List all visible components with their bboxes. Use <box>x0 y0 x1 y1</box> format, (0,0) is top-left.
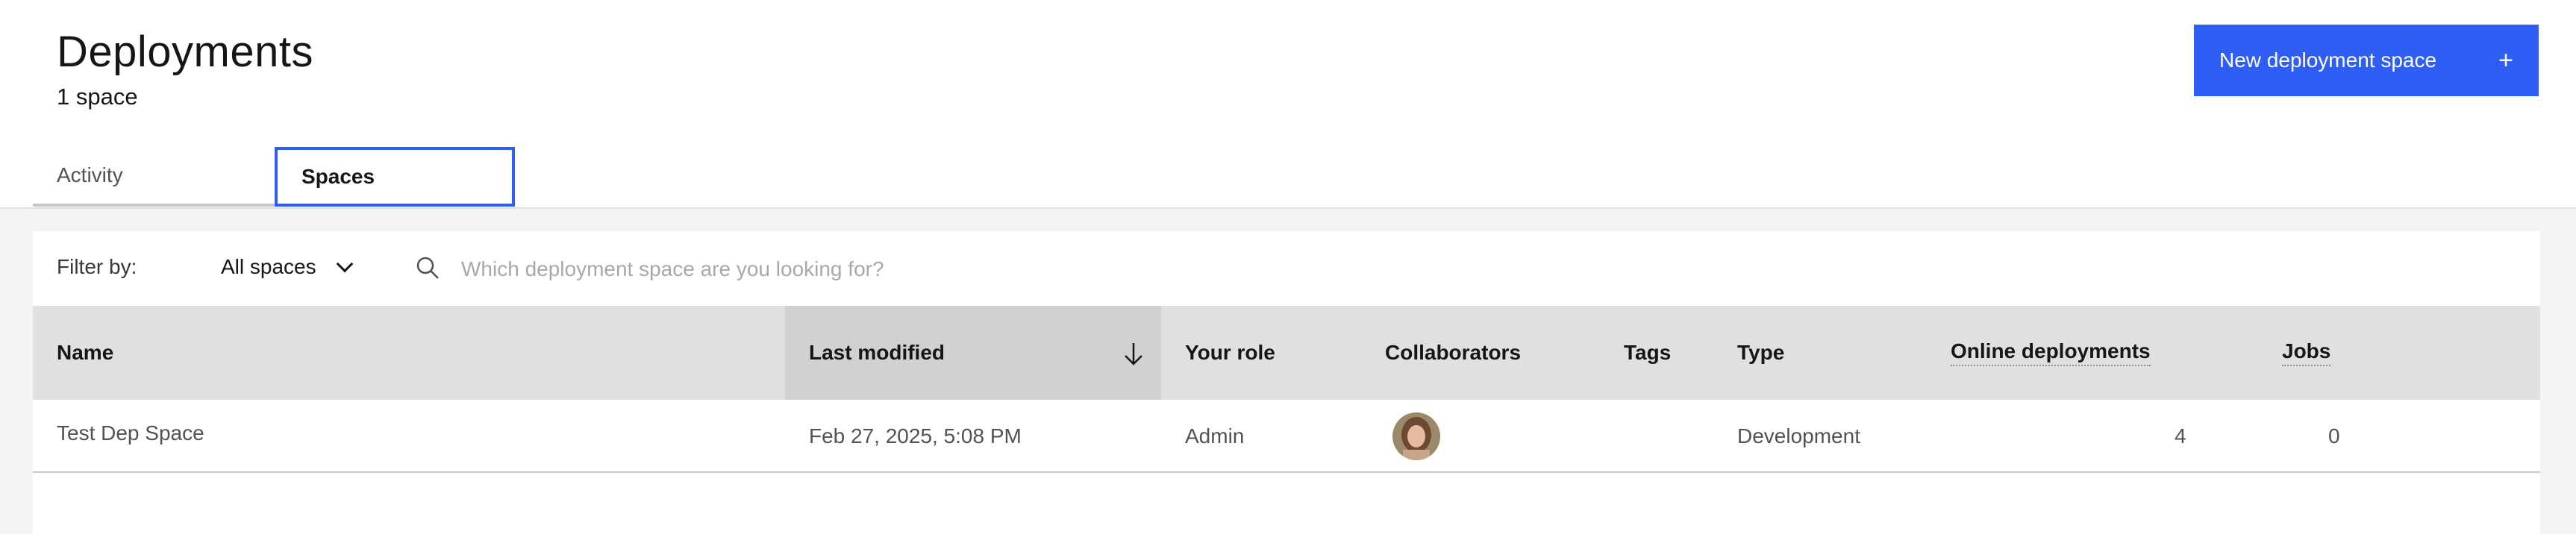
cell-last-modified: Feb 27, 2025, 5:08 PM <box>809 424 1022 447</box>
arrow-down-icon[interactable] <box>1121 340 1146 367</box>
column-header-tags[interactable]: Tags <box>1624 306 1671 400</box>
filter-label: Filter by: <box>57 255 137 278</box>
column-header-collaborators[interactable]: Collaborators <box>1385 306 1521 400</box>
cell-name[interactable]: Test Dep Space <box>57 397 204 470</box>
filter-dropdown-value: All spaces <box>221 255 316 278</box>
new-deployment-space-button[interactable]: New deployment space + <box>2194 25 2539 96</box>
column-header-last-modified-label: Last modified <box>809 341 945 364</box>
plus-icon: + <box>2498 45 2513 75</box>
column-header-jobs[interactable]: Jobs <box>2282 306 2331 400</box>
new-deployment-space-label: New deployment space <box>2219 48 2437 72</box>
filter-toolbar: Filter by: All spaces <box>33 231 2540 306</box>
column-header-jobs-label: Jobs <box>2282 339 2331 366</box>
cell-online-deployments: 4 <box>2175 424 2186 447</box>
page-subtitle: 1 space <box>57 84 138 110</box>
cell-type: Development <box>1737 424 1860 447</box>
tab-activity-label: Activity <box>57 163 123 186</box>
column-header-type-label: Type <box>1737 341 1785 364</box>
table-row[interactable]: Test Dep Space Feb 27, 2025, 5:08 PM Adm… <box>33 400 2540 473</box>
table-header-row: Name Last modified Your role Collaborato… <box>33 306 2540 400</box>
chevron-down-icon <box>336 255 353 273</box>
column-header-your-role-label: Your role <box>1185 341 1275 364</box>
tab-spaces-label: Spaces <box>301 165 375 188</box>
column-header-name-label: Name <box>57 341 114 364</box>
page-title: Deployments <box>57 28 313 76</box>
cell-jobs: 0 <box>2328 424 2340 447</box>
column-header-type[interactable]: Type <box>1737 306 1784 400</box>
search-input[interactable] <box>461 251 1506 288</box>
column-header-name[interactable]: Name <box>57 306 113 400</box>
column-header-online-deployments-label: Online deployments <box>1951 339 2151 366</box>
column-header-last-modified[interactable]: Last modified <box>785 306 1161 400</box>
filter-dropdown[interactable]: All spaces <box>221 255 353 279</box>
avatar[interactable] <box>1392 412 1440 460</box>
search-icon <box>416 257 439 279</box>
column-header-tags-label: Tags <box>1624 341 1672 364</box>
page-header: Deployments 1 space New deployment space… <box>0 0 2576 209</box>
column-header-collaborators-label: Collaborators <box>1385 341 1522 364</box>
spaces-panel: Filter by: All spaces Name Last modified… <box>33 231 2540 534</box>
column-header-your-role[interactable]: Your role <box>1185 306 1275 400</box>
cell-collaborators <box>1392 400 1440 473</box>
tab-activity[interactable]: Activity <box>33 147 275 207</box>
tab-list: Activity Spaces <box>33 147 515 207</box>
cell-your-role: Admin <box>1185 424 1245 447</box>
space-name-link[interactable]: Test Dep Space <box>57 421 204 445</box>
column-header-online-deployments[interactable]: Online deployments <box>1951 306 2151 400</box>
tab-spaces[interactable]: Spaces <box>275 147 515 207</box>
